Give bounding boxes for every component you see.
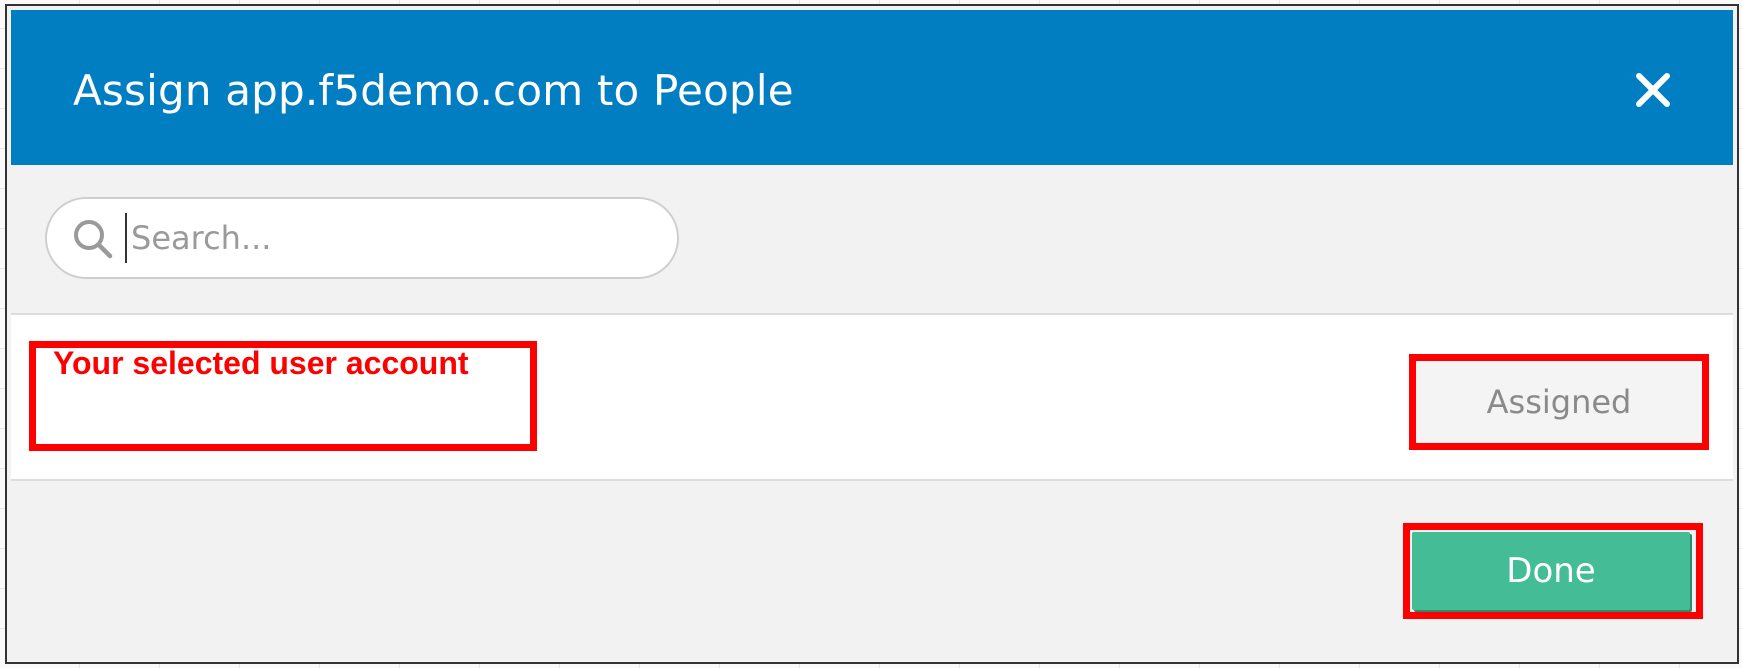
search-box[interactable] (45, 197, 679, 279)
close-icon[interactable] (1625, 62, 1681, 118)
dialog-footer: Done (11, 481, 1733, 658)
assigned-button[interactable]: Assigned (1416, 361, 1702, 443)
page: Assign app.f5demo.com to People Search..… (0, 0, 1742, 668)
selected-user-label: Your selected user account (53, 345, 469, 381)
assigned-annotation: Assigned (1409, 354, 1709, 450)
assign-people-dialog: Assign app.f5demo.com to People Search..… (5, 4, 1739, 664)
done-button[interactable]: Done (1412, 532, 1690, 610)
search-icon (71, 217, 115, 261)
search-area (11, 165, 1733, 315)
dialog-header: Assign app.f5demo.com to People (11, 10, 1733, 165)
dialog-title: Assign app.f5demo.com to People (73, 66, 794, 115)
search-input[interactable] (125, 213, 651, 263)
done-annotation: Done (1403, 523, 1703, 619)
user-row: Your selected user account Assigned (11, 315, 1733, 481)
